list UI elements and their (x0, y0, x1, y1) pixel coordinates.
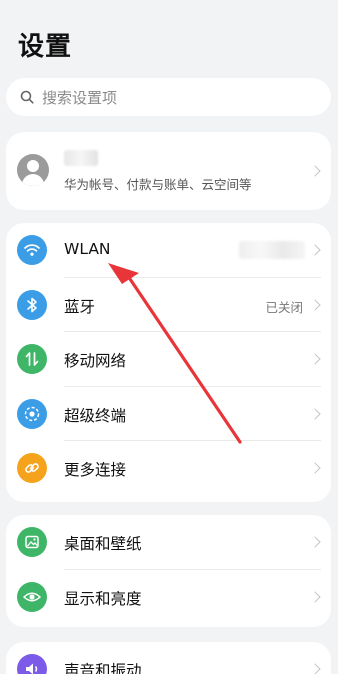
settings-item-super-device[interactable]: 超级终端 (6, 387, 331, 441)
avatar-icon (17, 154, 49, 186)
settings-page: 设置 搜索设置项 华为帐号、付款与账单、云空间等 WLAN 蓝牙 已关闭 移动网… (0, 0, 338, 674)
page-title: 设置 (18, 32, 73, 62)
settings-item-label: 显示和亮度 (64, 589, 142, 608)
eye-icon (17, 581, 47, 612)
settings-item-mobile-network[interactable]: 移动网络 (6, 332, 331, 387)
sound-group: 声音和振动 (6, 642, 331, 674)
wallpaper-icon (17, 527, 47, 557)
wlan-network-redacted (239, 241, 305, 259)
chevron-right-icon (309, 462, 321, 474)
bluetooth-icon (17, 289, 47, 320)
settings-item-label: 蓝牙 (64, 297, 96, 316)
search-placeholder: 搜索设置项 (42, 88, 118, 107)
chevron-right-icon (309, 590, 321, 603)
settings-item-label: 更多连接 (64, 461, 127, 479)
account-card[interactable]: 华为帐号、付款与账单、云空间等 (6, 132, 331, 210)
mobile-network-icon (17, 344, 47, 374)
account-name-redacted (64, 150, 98, 166)
settings-item-sound-vibration[interactable]: 声音和振动 (6, 642, 331, 674)
settings-item-label: 超级终端 (64, 406, 127, 425)
chevron-right-icon (309, 407, 321, 420)
display-group: 桌面和壁纸 显示和亮度 (6, 515, 331, 627)
link-icon (17, 453, 47, 483)
settings-item-more-connections[interactable]: 更多连接 (6, 441, 331, 496)
search-bar[interactable]: 搜索设置项 (6, 78, 331, 116)
chevron-right-icon (309, 536, 321, 548)
chevron-right-icon (309, 165, 321, 177)
account-subtitle: 华为帐号、付款与账单、云空间等 (64, 177, 252, 192)
settings-item-display-brightness[interactable]: 显示和亮度 (6, 570, 331, 625)
volume-icon (17, 654, 47, 674)
chevron-right-icon (309, 298, 321, 311)
chevron-right-icon (309, 244, 321, 256)
settings-item-label: 移动网络 (64, 352, 127, 370)
network-group: WLAN 蓝牙 已关闭 移动网络 超级终端 更多连接 (6, 223, 331, 502)
settings-item-wallpaper[interactable]: 桌面和壁纸 (6, 515, 331, 570)
chevron-right-icon (309, 663, 321, 674)
settings-item-label: WLAN (64, 240, 111, 258)
search-icon (20, 90, 34, 104)
super-device-icon (17, 398, 47, 429)
bluetooth-status: 已关闭 (265, 299, 303, 315)
settings-item-wlan[interactable]: WLAN (6, 223, 331, 278)
settings-item-label: 声音和振动 (64, 662, 142, 674)
wifi-icon (17, 235, 47, 265)
chevron-right-icon (309, 353, 321, 365)
settings-item-label: 桌面和壁纸 (64, 535, 142, 553)
settings-item-bluetooth[interactable]: 蓝牙 已关闭 (6, 278, 331, 332)
